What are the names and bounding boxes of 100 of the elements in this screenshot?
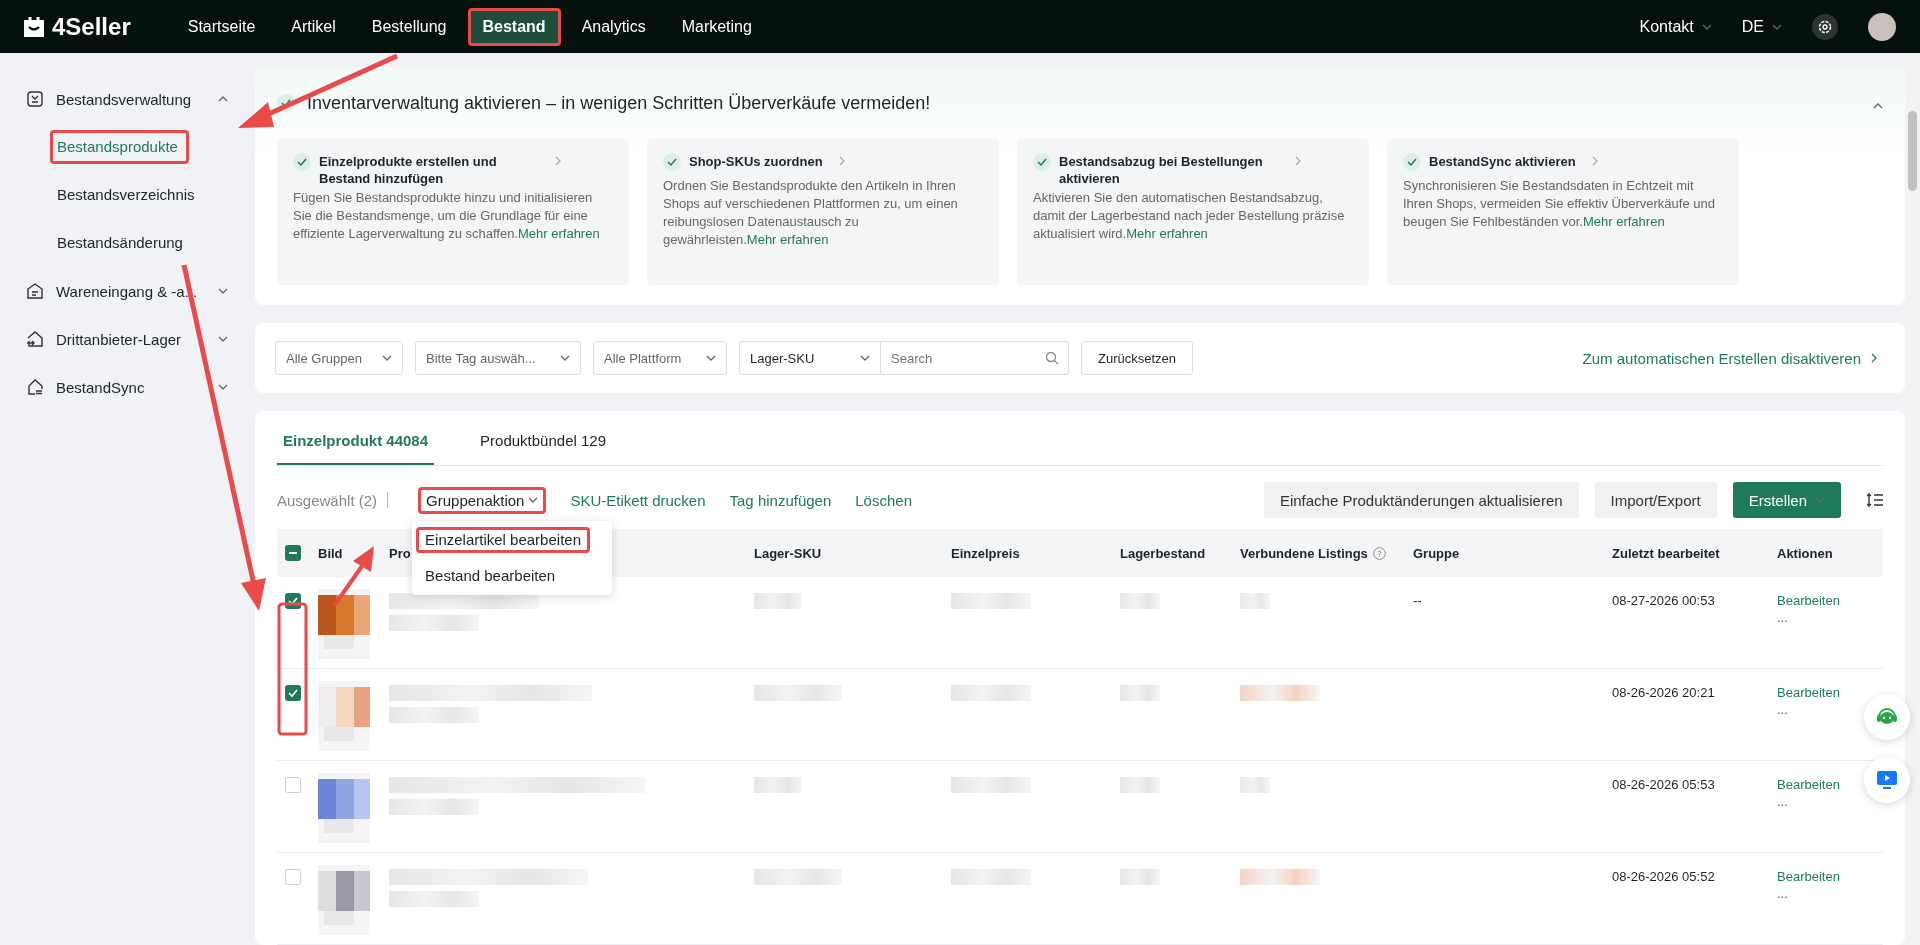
selected-count: Ausgewählt (2) [277, 491, 378, 509]
action-link[interactable]: SKU-Etikett drucken [570, 491, 706, 509]
settings-icon[interactable] [1812, 13, 1838, 40]
check-circle-icon [293, 153, 311, 171]
auto-create-link[interactable]: Zum automatischen Erstellen disaktiveren [1576, 348, 1885, 368]
check-circle-icon [663, 153, 681, 171]
edit-link[interactable]: Bearbeiten [1777, 593, 1840, 608]
learn-more-link[interactable]: Mehr erfahren [746, 232, 829, 247]
action-link[interactable]: Tag hinzufügen [729, 491, 832, 509]
column-header: Pro [389, 545, 411, 561]
menu-item[interactable]: Einzelartikel bearbeiten [416, 526, 590, 553]
more-actions[interactable]: ... [1777, 706, 1788, 714]
sidebar-item[interactable]: Bestandsänderung [50, 226, 194, 260]
step-title: BestandSync aktivieren [1429, 153, 1576, 170]
search-field[interactable]: Search [881, 341, 1069, 375]
step-title: Bestandsabzug bei Bestellungen aktivieren [1059, 153, 1264, 187]
platform-select[interactable]: Alle Plattform [593, 341, 727, 375]
more-actions[interactable]: ... [1777, 798, 1788, 806]
group-value: -- [1413, 593, 1422, 608]
reset-button[interactable]: Zurücksetzen [1081, 341, 1194, 375]
check-circle-icon [1403, 153, 1421, 171]
edit-link[interactable]: Bearbeiten [1777, 685, 1840, 700]
logo-icon [22, 14, 46, 39]
menu-group-icon [26, 282, 44, 300]
chevron-icon [1815, 497, 1825, 503]
blurred-text [1120, 869, 1160, 885]
select-all-checkbox[interactable] [285, 545, 301, 561]
check-circle-icon [1033, 153, 1051, 171]
menu-group-icon [26, 378, 44, 396]
search-icon [1045, 351, 1059, 365]
group-select[interactable]: Alle Gruppen [275, 341, 403, 375]
logo-text: 4Seller [52, 12, 131, 41]
menu-item[interactable]: Bestand bearbeiten [416, 562, 565, 589]
sidebar-group[interactable]: BestandSync [56, 378, 206, 396]
sidebar-item[interactable]: Bestandsprodukte [50, 130, 189, 164]
tab[interactable]: Produktbündel 129 [474, 431, 612, 465]
step-description: Ordnen Sie Bestandsprodukte den Artikeln in Ihren Shops auf verschiedenen Plattformen zu, um einen reibungslosen Datenaustausch zu gewährleisten.Mehr erfahren [663, 177, 959, 249]
column-header: Einzelpreis [951, 545, 1020, 561]
column-header: Zuletzt bearbeitet [1612, 545, 1720, 561]
toolbar-button[interactable]: Einfache Produktänderungen aktualisieren [1263, 482, 1579, 518]
more-actions[interactable]: ... [1777, 890, 1788, 898]
create-button[interactable]: Erstellen [1732, 482, 1841, 518]
chevron-icon [706, 355, 716, 361]
column-header: Bild [318, 545, 343, 561]
chevron-icon [218, 384, 228, 390]
blurred-text [754, 593, 802, 609]
edit-link[interactable]: Bearbeiten [1777, 869, 1840, 884]
blurred-text [1120, 777, 1160, 793]
tag-select[interactable]: Bitte Tag auswäh... [415, 341, 581, 375]
column-header: Lager-SKU [754, 545, 822, 561]
chevron-icon [1295, 156, 1301, 166]
tab[interactable]: Einzelprodukt 44084 [277, 431, 435, 465]
more-actions[interactable]: ... [1777, 614, 1788, 622]
learn-more-link[interactable]: Mehr erfahren [518, 226, 600, 241]
nav-item[interactable]: Startseite [172, 7, 271, 46]
step-description: Aktivieren Sie den automatischen Bestandsabzug, damit der Lagerbestand nach jeder Bestellung präzise aktualisiert wird.Mehr erfahren [1033, 189, 1346, 243]
toolbar-button[interactable]: Import/Export [1594, 482, 1717, 518]
blurred-text [1120, 593, 1160, 609]
chevron-icon [560, 355, 570, 361]
check-circle-icon [277, 94, 295, 112]
nav-item[interactable]: Bestand [467, 7, 561, 46]
search-type-select[interactable]: Lager-SKU [739, 341, 881, 375]
chevron-icon [218, 288, 228, 294]
row-checkbox[interactable] [285, 685, 301, 701]
banner-title: Inventarverwaltung aktivieren – in wenigen Schritten Überverkäufe vermeiden! [307, 92, 931, 114]
chevron-icon [1701, 23, 1712, 30]
chevron-icon [1873, 102, 1883, 109]
nav-item[interactable]: Bestellung [356, 7, 462, 46]
menu-group-icon [26, 90, 44, 108]
chevron-icon [860, 355, 870, 361]
last-edited: 08-27-2026 00:53 [1612, 593, 1715, 608]
nav-item[interactable]: Marketing [666, 7, 767, 46]
column-header: Lagerbestand [1120, 545, 1206, 561]
column-settings-icon[interactable] [1867, 493, 1883, 507]
avatar[interactable] [1868, 12, 1896, 41]
chevron-icon [1772, 23, 1782, 30]
step-description: Synchronisieren Sie Bestandsdaten in Echtzeit mit Ihren Shops, vermeiden Sie effektiv Überverkäufe und beugen Sie Fehlbeständen vor.Mehr erfahren [1403, 177, 1716, 231]
last-edited: 08-26-2026 05:52 [1612, 869, 1715, 884]
contact-menu[interactable]: Kontakt [1639, 17, 1712, 36]
sidebar-item[interactable]: Bestandsverzeichnis [50, 178, 206, 212]
chevron-icon [555, 156, 561, 166]
edit-link[interactable]: Bearbeiten [1777, 777, 1840, 792]
chevron-icon [218, 96, 228, 102]
blurred-text [1120, 685, 1160, 701]
learn-more-link[interactable]: Mehr erfahren [1582, 214, 1665, 229]
sidebar-group[interactable]: Bestandsverwaltung [56, 90, 206, 108]
nav-item[interactable]: Analytics [566, 7, 661, 46]
chevron-icon [218, 336, 228, 342]
step-title: Einzelprodukte erstellen und Bestand hinzufügen [319, 153, 498, 187]
bulk-action-dropdown[interactable]: Gruppenaktion [418, 486, 547, 514]
last-edited: 08-26-2026 05:53 [1612, 777, 1715, 792]
column-header: Gruppe [1413, 545, 1460, 561]
column-header: Verbundene Listings [1240, 545, 1368, 561]
nav-item[interactable]: Artikel [276, 7, 351, 46]
language-menu[interactable]: DE [1741, 17, 1782, 36]
chevron-icon [528, 497, 539, 503]
sidebar-group[interactable]: Drittanbieter-Lager [56, 330, 206, 348]
chevron-icon [382, 355, 392, 361]
learn-more-link[interactable]: Mehr erfahren [1126, 226, 1208, 241]
action-link[interactable]: Löschen [855, 491, 912, 509]
